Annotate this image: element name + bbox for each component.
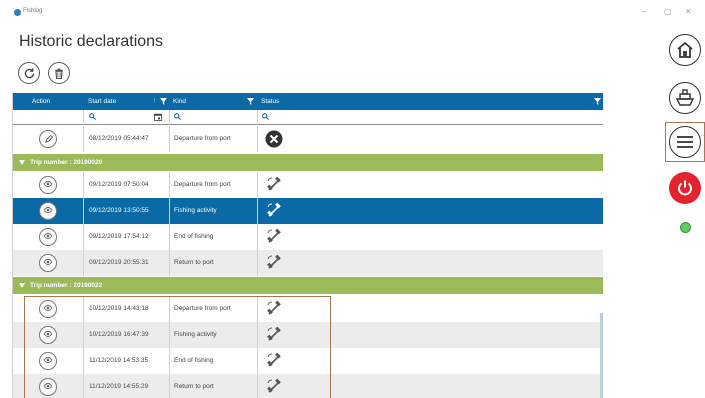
satellite-status-icon — [265, 202, 283, 222]
page-title: Historic declarations — [19, 33, 164, 50]
scrollbar-thumb[interactable] — [600, 313, 603, 398]
group-row[interactable]: Trip number : 20190020 — [13, 154, 603, 171]
close-window-button[interactable]: ✕ — [685, 8, 692, 16]
refresh-icon — [24, 67, 34, 78]
filter-icon[interactable] — [247, 98, 254, 105]
app-name: Fishlog — [23, 8, 43, 14]
search-icon[interactable] — [89, 113, 96, 120]
start-date-cell: 09/12/2019 07:50:04 — [89, 181, 149, 188]
view-button[interactable] — [39, 228, 57, 246]
ship-icon — [675, 89, 695, 106]
grid-header: Action Start date ↑ Kind Status — [13, 93, 603, 110]
sort-asc-icon[interactable]: ↑ — [153, 97, 156, 104]
ship-button[interactable] — [669, 82, 701, 114]
maximize-button[interactable]: ▢ — [664, 8, 672, 16]
eye-icon — [43, 258, 53, 268]
start-date-cell: 08/12/2019 05:44:47 — [89, 135, 149, 142]
search-icon[interactable] — [174, 113, 181, 120]
declarations-grid: Action Start date ↑ Kind Status 08/12/20… — [12, 93, 603, 398]
satellite-status-icon — [265, 254, 283, 274]
filter-icon[interactable] — [594, 98, 601, 105]
error-status-icon — [265, 130, 283, 150]
delete-button[interactable] — [48, 62, 70, 84]
menu-icon — [677, 136, 693, 148]
satellite-status-icon — [265, 228, 283, 248]
start-date-cell: 09/12/2019 20:55:31 — [89, 259, 149, 266]
group-row[interactable]: Trip number : 20190022 — [13, 277, 603, 294]
table-row[interactable]: 09/12/2019 20:55:31 Return to port — [13, 250, 603, 276]
group-label: Trip number : 20190020 — [30, 159, 103, 166]
satellite-status-icon — [265, 176, 283, 196]
kind-cell: Fishing activity — [174, 207, 217, 214]
trash-icon — [55, 68, 63, 79]
view-button[interactable] — [39, 176, 57, 194]
table-row[interactable]: 08/12/2019 05:44:47 Departure from port — [13, 126, 603, 152]
start-date-cell: 09/12/2019 17:54:12 — [89, 233, 149, 240]
column-header-status[interactable]: Status — [261, 98, 279, 105]
collapse-triangle-icon[interactable] — [19, 160, 25, 165]
view-button[interactable] — [39, 254, 57, 272]
kind-cell: End of fishing — [174, 233, 214, 240]
connection-status-indicator — [680, 222, 691, 233]
kind-cell: Departure from port — [174, 181, 231, 188]
collapse-triangle-icon[interactable] — [19, 283, 25, 288]
kind-cell: Return to port — [174, 259, 214, 266]
app-logo-icon — [14, 9, 21, 16]
table-row[interactable]: 09/12/2019 13:50:55 Fishing activity — [13, 198, 603, 224]
table-row[interactable]: 09/12/2019 17:54:12 End of fishing — [13, 224, 603, 250]
filter-row — [13, 110, 603, 125]
calendar-icon[interactable] — [154, 113, 162, 121]
eye-icon — [43, 206, 53, 216]
refresh-button[interactable] — [18, 62, 40, 84]
window-titlebar: Fishlog – ▢ ✕ — [0, 0, 705, 22]
column-header-start-date[interactable]: Start date — [88, 98, 116, 105]
home-button[interactable] — [669, 34, 701, 66]
column-header-action[interactable]: Action — [32, 98, 50, 105]
column-header-kind[interactable]: Kind — [173, 98, 186, 105]
view-button[interactable] — [39, 202, 57, 220]
home-icon — [677, 41, 693, 58]
filter-icon[interactable] — [160, 98, 167, 105]
edit-button[interactable] — [39, 130, 57, 148]
eye-icon — [43, 232, 53, 242]
table-row[interactable]: 09/12/2019 07:50:04 Departure from port — [13, 172, 603, 198]
eye-icon — [43, 180, 53, 190]
start-date-cell: 09/12/2019 13:50:55 — [89, 207, 149, 214]
search-icon[interactable] — [262, 113, 269, 120]
pencil-icon — [44, 134, 53, 143]
group-label: Trip number : 20190022 — [30, 282, 103, 289]
kind-cell: Departure from port — [174, 135, 231, 142]
power-button[interactable] — [669, 172, 701, 204]
highlight-box — [24, 296, 331, 398]
power-icon — [678, 180, 692, 196]
minimize-button[interactable]: – — [642, 8, 646, 16]
menu-button[interactable] — [669, 126, 701, 158]
